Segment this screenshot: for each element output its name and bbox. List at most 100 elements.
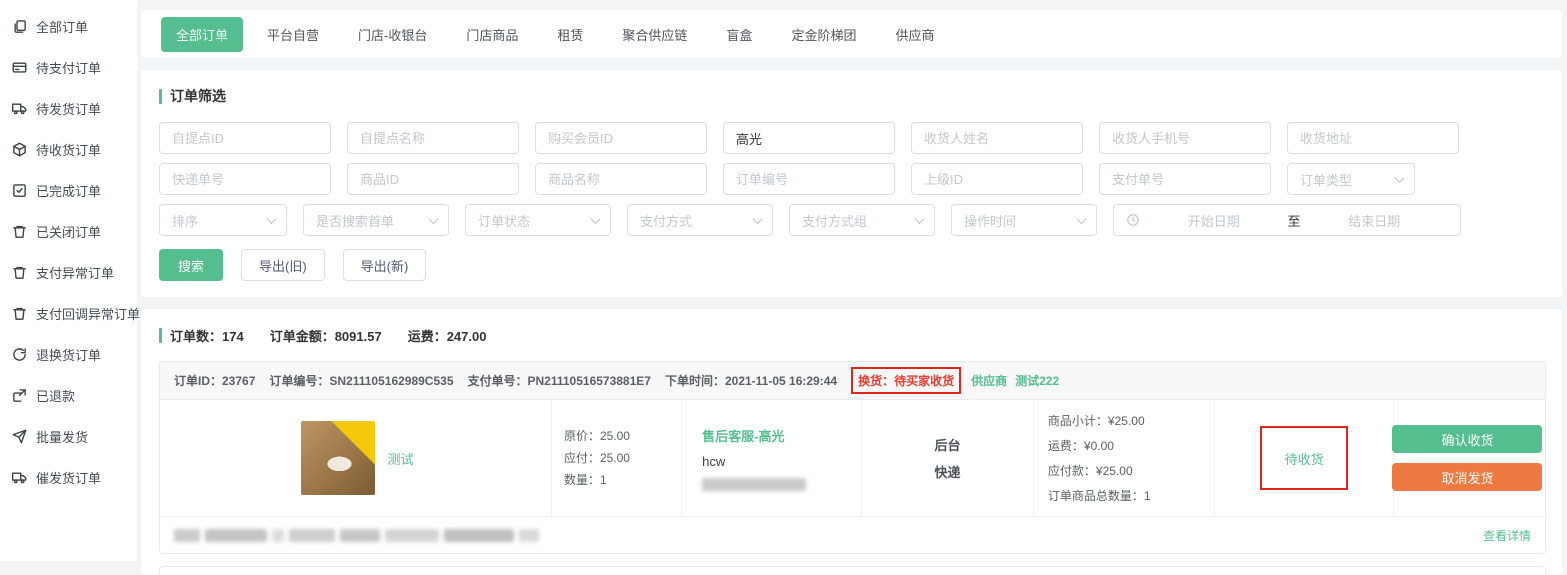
freight-amount: 运费：¥0.00 xyxy=(1048,437,1204,454)
receiver-address-input[interactable] xyxy=(1287,122,1459,154)
sidebar-item-payment-callback-error[interactable]: 支付回调异常订单 xyxy=(0,293,137,334)
order-card: 订单ID：23767 订单编号：SN211105162989C535 支付单号：… xyxy=(159,361,1546,554)
keyword-input[interactable] xyxy=(723,122,895,154)
status-cell: 待收货 xyxy=(1215,400,1394,516)
trash-icon xyxy=(12,306,27,321)
product-name-link[interactable]: 测试 xyxy=(387,449,413,468)
tab-deposit-ladder-group[interactable]: 定金阶梯团 xyxy=(776,17,871,52)
sidebar-item-pending-shipment[interactable]: 待发货订单 xyxy=(0,88,137,129)
view-detail-link[interactable]: 查看详情 xyxy=(1483,527,1531,544)
sidebar-item-completed[interactable]: 已完成订单 xyxy=(0,170,137,211)
cancel-shipment-button[interactable]: 取消发货 xyxy=(1392,463,1542,491)
sidebar-item-pending-payment[interactable]: 待支付订单 xyxy=(0,47,137,88)
payment-no-input[interactable] xyxy=(1099,163,1271,195)
truck-icon xyxy=(12,470,27,485)
order-count: 订单数：174 xyxy=(170,326,244,345)
sidebar-item-urge-shipment[interactable]: 催发货订单 xyxy=(0,457,137,498)
product-id-input[interactable] xyxy=(347,163,519,195)
sidebar-item-closed[interactable]: 已关闭订单 xyxy=(0,211,137,252)
refresh-icon xyxy=(12,347,27,362)
sidebar-item-pending-receipt[interactable]: 待收货订单 xyxy=(0,129,137,170)
product-thumbnail[interactable] xyxy=(301,421,375,495)
parent-id-input[interactable] xyxy=(911,163,1083,195)
payment-number: 支付单号：PN21110516573881E7 xyxy=(468,372,651,389)
search-button[interactable]: 搜索 xyxy=(159,249,223,281)
section-accent-bar xyxy=(159,89,162,104)
pay-method-select[interactable]: 支付方式 xyxy=(627,204,773,236)
operate-time-select[interactable]: 操作时间 xyxy=(951,204,1097,236)
tab-store-cashier[interactable]: 门店-收银台 xyxy=(343,17,442,52)
delivery-method: 快递 xyxy=(935,462,961,481)
first-order-select[interactable]: 是否搜索首单 xyxy=(303,204,449,236)
next-order-card-edge xyxy=(159,566,1546,575)
receiver-phone-input[interactable] xyxy=(1099,122,1271,154)
sidebar-item-all-orders[interactable]: 全部订单 xyxy=(0,6,137,47)
chevron-down-icon xyxy=(915,214,925,224)
section-accent-bar xyxy=(159,328,162,343)
sidebar-item-batch-shipment[interactable]: 批量发货 xyxy=(0,416,137,457)
order-created-time: 下单时间：2021-11-05 16:29:44 xyxy=(665,372,837,389)
export-old-button[interactable]: 导出(旧) xyxy=(241,249,325,281)
chevron-down-icon xyxy=(267,214,277,224)
sidebar-item-returns[interactable]: 退换货订单 xyxy=(0,334,137,375)
product-name-input[interactable] xyxy=(535,163,707,195)
sidebar-item-label: 待发货订单 xyxy=(36,99,101,118)
card-icon xyxy=(12,60,27,75)
tab-supplier[interactable]: 供应商 xyxy=(880,17,949,52)
sort-select[interactable]: 排序 xyxy=(159,204,287,236)
confirm-receipt-button[interactable]: 确认收货 xyxy=(1392,425,1542,453)
order-status-select[interactable]: 订单状态 xyxy=(465,204,611,236)
sidebar-item-label: 待收货订单 xyxy=(36,140,101,159)
date-range-picker[interactable]: 开始日期 至 结束日期 xyxy=(1113,204,1461,236)
price-cell: 原价：25.00 应付：25.00 数量：1 xyxy=(552,400,682,516)
order-type-select[interactable]: 订单类型 xyxy=(1287,163,1415,195)
pay-method-group-select[interactable]: 支付方式组 xyxy=(789,204,935,236)
sidebar: 全部订单 待支付订单 待发货订单 待收货订单 已完成订单 已关闭订单 支付异常订… xyxy=(0,0,137,561)
tab-platform-self[interactable]: 平台自营 xyxy=(252,17,334,52)
buyer-member-id-input[interactable] xyxy=(535,122,707,154)
quantity: 数量：1 xyxy=(564,473,671,488)
truck-icon xyxy=(12,101,27,116)
tracking-no-input[interactable] xyxy=(159,163,331,195)
sidebar-item-refunded[interactable]: 已退款 xyxy=(0,375,137,416)
pickup-point-id-input[interactable] xyxy=(159,122,331,154)
sidebar-item-payment-error[interactable]: 支付异常订单 xyxy=(0,252,137,293)
trash-icon xyxy=(12,224,27,239)
sidebar-item-label: 已完成订单 xyxy=(36,181,101,200)
tab-blind-box[interactable]: 盲盒 xyxy=(711,17,767,52)
product-cell: 测试 xyxy=(160,400,552,516)
filter-actions: 搜索 导出(旧) 导出(新) xyxy=(159,249,1544,281)
orders-icon xyxy=(12,19,27,34)
sidebar-item-label: 全部订单 xyxy=(36,17,88,36)
contact-cell: 售后客服-高光 hcw xyxy=(682,400,862,516)
chevron-down-icon xyxy=(591,214,601,224)
order-list-panel: 订单数：174 订单金额：8091.57 运费：247.00 订单ID：2376… xyxy=(141,309,1562,575)
filter-row-1 xyxy=(159,122,1544,154)
pickup-point-name-input[interactable] xyxy=(347,122,519,154)
tab-all-orders[interactable]: 全部订单 xyxy=(161,17,243,52)
trash-icon xyxy=(12,265,27,280)
tab-rental[interactable]: 租赁 xyxy=(542,17,598,52)
sidebar-item-label: 已退款 xyxy=(36,386,75,405)
shipping-cell: 后台 快递 xyxy=(862,400,1034,516)
order-card-header: 订单ID：23767 订单编号：SN211105162989C535 支付单号：… xyxy=(160,362,1545,400)
start-date-placeholder: 开始日期 xyxy=(1140,211,1288,230)
contact-name: hcw xyxy=(702,454,851,469)
goods-subtotal: 商品小计：¥25.00 xyxy=(1048,412,1204,429)
sidebar-item-label: 支付回调异常订单 xyxy=(36,304,140,323)
after-sales-service-link[interactable]: 售后客服-高光 xyxy=(702,426,851,445)
chevron-down-icon xyxy=(753,214,763,224)
tab-aggregate-supply-chain[interactable]: 聚合供应链 xyxy=(607,17,702,52)
supplier-name: 测试222 xyxy=(1015,372,1059,389)
filter-row-2: 订单类型 xyxy=(159,163,1544,195)
chevron-down-icon xyxy=(429,214,439,224)
tab-store-goods[interactable]: 门店商品 xyxy=(451,17,533,52)
sidebar-item-label: 催发货订单 xyxy=(36,468,101,487)
export-new-button[interactable]: 导出(新) xyxy=(343,249,427,281)
exchange-status-annotation: 换货：待买家收货 xyxy=(851,367,961,394)
main-content: 全部订单 平台自营 门店-收银台 门店商品 租赁 聚合供应链 盲盒 定金阶梯团 … xyxy=(137,0,1567,561)
sidebar-item-label: 已关闭订单 xyxy=(36,222,101,241)
order-no-input[interactable] xyxy=(723,163,895,195)
supplier-label: 供应商 xyxy=(971,372,1007,389)
receiver-name-input[interactable] xyxy=(911,122,1083,154)
